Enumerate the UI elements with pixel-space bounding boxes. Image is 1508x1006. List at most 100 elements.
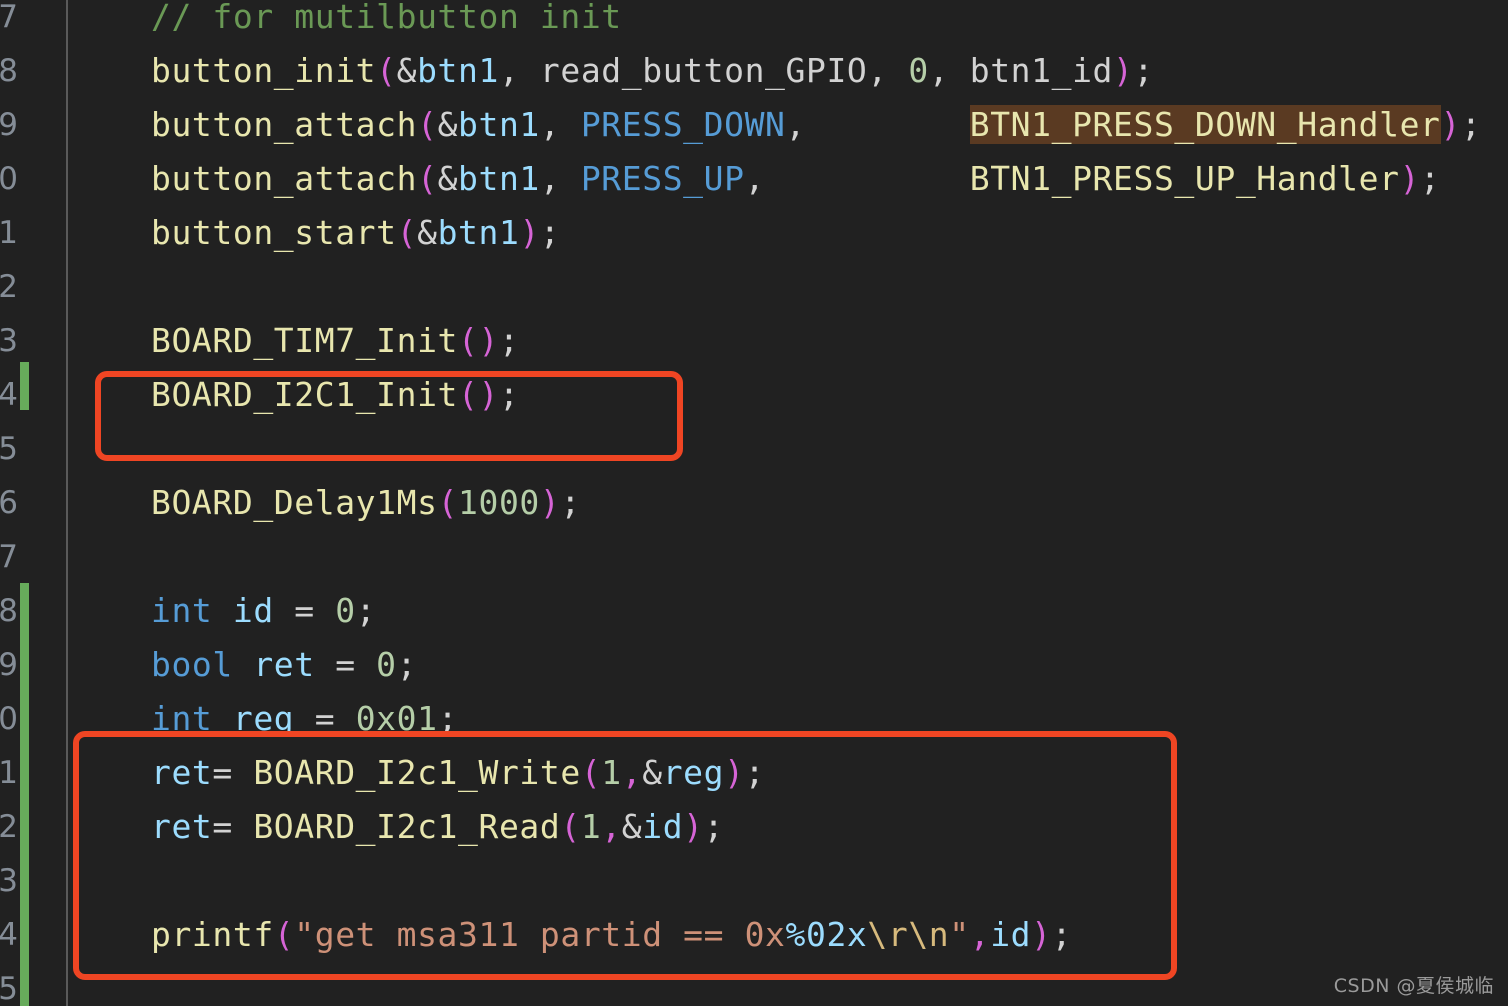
code-token: 0x01 bbox=[355, 699, 438, 738]
code-token: ) bbox=[1440, 105, 1461, 144]
code-line-110[interactable]: button_attach(&btn1, PRESS_UP, BTN1_PRES… bbox=[151, 152, 1441, 206]
code-token: BOARD_I2C1_Init bbox=[151, 375, 459, 414]
code-token: 1 bbox=[601, 753, 622, 792]
code-token: ; bbox=[1460, 105, 1482, 144]
code-token: ; bbox=[1133, 51, 1154, 90]
code-token: button_attach bbox=[151, 105, 418, 144]
code-token: ) bbox=[519, 213, 540, 252]
code-token: 0 bbox=[908, 51, 929, 90]
code-token: & bbox=[417, 213, 438, 252]
code-line-122[interactable]: ret= BOARD_I2c1_Read(1,&id); bbox=[151, 800, 724, 854]
code-token: ; bbox=[560, 483, 581, 522]
code-token: ( bbox=[417, 105, 438, 144]
code-line-116[interactable]: BOARD_Delay1Ms(1000); bbox=[151, 476, 581, 530]
code-token: = bbox=[273, 591, 336, 630]
code-token: ( bbox=[273, 915, 295, 954]
code-token: ) bbox=[1399, 159, 1421, 198]
code-token: ( bbox=[560, 807, 581, 846]
code-token: & bbox=[396, 51, 418, 90]
code-token: ; bbox=[744, 753, 766, 792]
code-token: , bbox=[498, 51, 540, 90]
code-token: \r\n bbox=[867, 915, 950, 954]
code-token: BOARD_TIM7_Init bbox=[151, 321, 459, 360]
code-token: int bbox=[151, 699, 213, 738]
selected-token: BTN1_PRESS_DOWN_Handler bbox=[969, 105, 1441, 144]
code-token: BTN1_PRESS_UP_Handler bbox=[969, 159, 1400, 198]
code-line-114[interactable]: BOARD_I2C1_Init(); bbox=[151, 368, 519, 422]
code-token: ret bbox=[151, 753, 213, 792]
code-token: ; bbox=[539, 213, 561, 252]
code-token: 0 bbox=[335, 591, 356, 630]
code-token: // for mutilbutton init bbox=[151, 0, 622, 36]
code-token: int bbox=[151, 591, 213, 630]
code-token: , bbox=[539, 159, 581, 198]
code-token: id bbox=[990, 915, 1032, 954]
code-token: & bbox=[437, 105, 459, 144]
code-token: ) bbox=[1113, 51, 1134, 90]
code-token: PRESS_DOWN bbox=[580, 105, 786, 144]
code-token: ; bbox=[1051, 915, 1073, 954]
code-token: , bbox=[744, 159, 766, 198]
code-token: reg bbox=[662, 753, 725, 792]
code-token: , bbox=[969, 915, 991, 954]
code-line-108[interactable]: button_init(&btn1, read_button_GPIO, 0, … bbox=[151, 44, 1154, 98]
code-token: ( bbox=[396, 213, 418, 252]
code-token: ; bbox=[498, 375, 520, 414]
code-line-121[interactable]: ret= BOARD_I2c1_Write(1,&reg); bbox=[151, 746, 765, 800]
code-token: ) bbox=[724, 753, 745, 792]
code-token: , bbox=[867, 51, 909, 90]
code-line-120[interactable]: int reg = 0x01; bbox=[151, 692, 458, 746]
code-token: ( bbox=[580, 753, 602, 792]
code-line-113[interactable]: BOARD_TIM7_Init(); bbox=[151, 314, 519, 368]
code-token: btn1 bbox=[437, 213, 520, 252]
code-token: = bbox=[212, 753, 254, 792]
code-token: () bbox=[458, 321, 499, 360]
code-token: ; bbox=[703, 807, 725, 846]
code-token: "get msa311 partid == 0x bbox=[294, 915, 786, 954]
code-token: & bbox=[437, 159, 459, 198]
code-token: ; bbox=[355, 591, 377, 630]
code-token: ; bbox=[498, 321, 520, 360]
code-token: , bbox=[785, 105, 806, 144]
code-token: 0 bbox=[376, 645, 397, 684]
code-line-119[interactable]: bool ret = 0; bbox=[151, 638, 417, 692]
code-token: read_button_GPIO bbox=[539, 51, 868, 90]
code-token: & bbox=[642, 753, 663, 792]
code-token: () bbox=[458, 375, 499, 414]
csdn-watermark: CSDN @夏侯城临 bbox=[1333, 975, 1494, 997]
code-line-109[interactable]: button_attach(&btn1, PRESS_DOWN, BTN1_PR… bbox=[151, 98, 1481, 152]
code-line-107[interactable]: // for mutilbutton init bbox=[151, 0, 622, 44]
code-token: %02x bbox=[785, 915, 868, 954]
code-content-area[interactable]: // for mutilbutton init button_init(&btn1… bbox=[0, 0, 1508, 1006]
code-token: ) bbox=[539, 483, 561, 522]
code-token: ( bbox=[376, 51, 397, 90]
code-token: ; bbox=[1420, 159, 1441, 198]
code-token: id bbox=[232, 591, 274, 630]
code-line-118[interactable]: int id = 0; bbox=[151, 584, 376, 638]
code-token: id bbox=[642, 807, 684, 846]
code-token: button_init bbox=[151, 51, 377, 90]
code-token: ret bbox=[253, 645, 315, 684]
code-token: ret bbox=[151, 807, 213, 846]
code-token: ( bbox=[417, 159, 438, 198]
code-token: , bbox=[601, 807, 622, 846]
code-token: BOARD_I2c1_Write bbox=[253, 753, 581, 792]
code-token: 1 bbox=[580, 807, 602, 846]
code-token: , bbox=[621, 753, 643, 792]
code-line-124[interactable]: printf("get msa311 partid == 0x%02x\r\n"… bbox=[151, 908, 1072, 962]
code-token: = bbox=[294, 699, 356, 738]
code-token: bool bbox=[151, 645, 233, 684]
code-token: ( bbox=[437, 483, 459, 522]
code-line-111[interactable]: button_start(&btn1); bbox=[151, 206, 560, 260]
code-token: ) bbox=[683, 807, 704, 846]
code-token: btn1_id bbox=[969, 51, 1114, 90]
code-token: button_attach bbox=[151, 159, 418, 198]
code-token: ; bbox=[396, 645, 418, 684]
code-editor-screenshot: 7890123456789012345 // for mutilbutton i… bbox=[0, 0, 1508, 1006]
code-token: printf bbox=[151, 915, 274, 954]
code-token: BOARD_Delay1Ms bbox=[151, 483, 438, 522]
